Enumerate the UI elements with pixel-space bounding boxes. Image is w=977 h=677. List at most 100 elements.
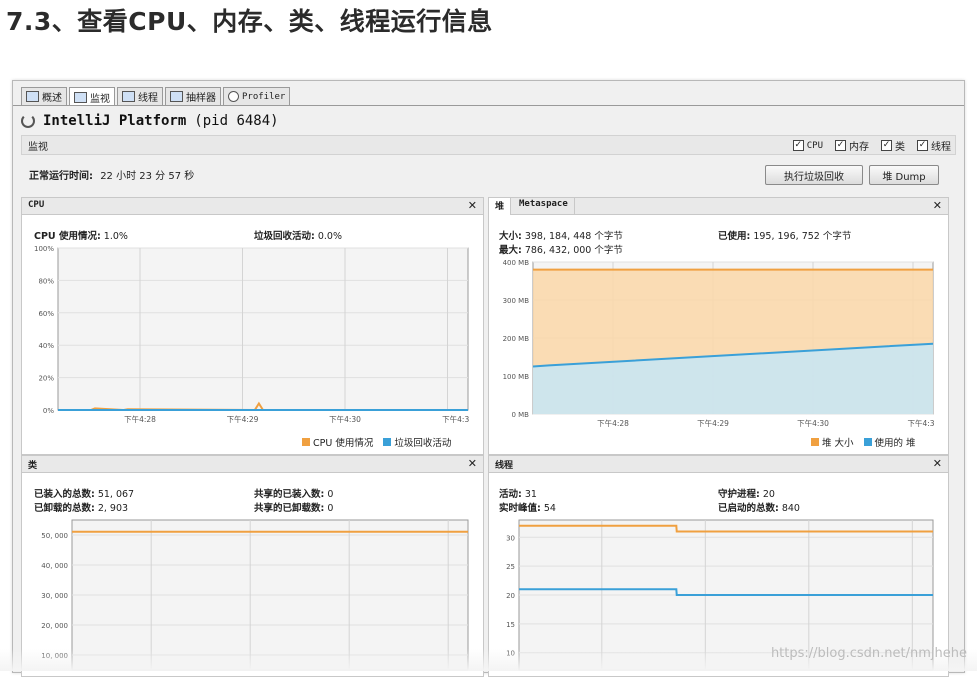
loaded-value: 51, 067 xyxy=(97,489,135,500)
threads-panel: 线程 ✕ 活动: 31 实时峰值: 54 守护进程: 20 已启动的总数: 84… xyxy=(488,455,949,677)
tab-profiler[interactable]: Profiler xyxy=(223,87,291,105)
started-value: 840 xyxy=(781,503,800,514)
legend-swatch xyxy=(383,438,392,446)
app-title: IntelliJ Platform (pid 6484) xyxy=(21,113,279,129)
tab-label: Profiler xyxy=(242,91,286,102)
daemon-label: 守护进程: xyxy=(718,489,760,500)
tab-sampler[interactable]: 抽样器 xyxy=(165,87,221,105)
legend-swatch xyxy=(302,438,310,446)
uptime-value: 22 小时 23 分 57 秒 xyxy=(100,171,195,182)
checkmark-icon: ✓ xyxy=(917,140,928,151)
monitor-label: 监视 xyxy=(28,142,48,153)
x-tick-label: 下午4:29 xyxy=(227,414,259,424)
monitor-icon xyxy=(74,91,87,103)
threads-panel-title: 线程 xyxy=(495,461,514,471)
loading-icon xyxy=(21,114,35,128)
heap-max-stat: 最大: 786, 432, 000 个字节 xyxy=(499,242,623,256)
gc-activity-label: 垃圾回收活动: xyxy=(254,231,315,242)
checkbox-cpu[interactable]: ✓ CPU xyxy=(792,138,823,153)
y-tick-label: 0% xyxy=(43,407,54,415)
peak-label: 实时峰值: xyxy=(499,503,541,514)
unloaded-classes-stat: 已卸载的总数: 2, 903 xyxy=(34,500,128,514)
checkbox-memory[interactable]: ✓ 内存 xyxy=(835,138,869,153)
heap-size-stat: 大小: 398, 184, 448 个字节 xyxy=(499,228,623,242)
heap-chart: 400 MB 300 MB 200 MB 100 MB 0 MB 下午4:28 下午4:29… xyxy=(503,259,935,428)
close-icon[interactable]: ✕ xyxy=(468,457,477,470)
heap-max-label: 最大: xyxy=(499,245,522,256)
live-label: 活动: xyxy=(499,489,522,500)
monitor-bar: 监视 ✓ CPU ✓ 内存 ✓ 类 ✓ 线程 xyxy=(21,135,956,155)
y-tick-label: 0 MB xyxy=(511,411,529,419)
heap-size-value: 398, 184, 448 个字节 xyxy=(524,231,623,242)
heap-used-stat: 已使用: 195, 196, 752 个字节 xyxy=(718,228,851,242)
overview-icon xyxy=(26,91,39,102)
y-tick-label: 30, 000 xyxy=(41,592,68,600)
x-tick-label: 下午4:28 xyxy=(124,414,156,424)
close-icon[interactable]: ✕ xyxy=(933,457,942,470)
y-tick-label: 15 xyxy=(506,621,515,629)
legend-label: CPU 使用情况 xyxy=(313,438,374,449)
cpu-usage-label: CPU 使用情况: xyxy=(34,231,101,242)
legend-swatch xyxy=(811,438,819,446)
unloaded-label: 已卸载的总数: xyxy=(34,503,95,514)
perform-gc-button[interactable]: 执行垃圾回收 xyxy=(765,165,863,185)
tab-label: 抽样器 xyxy=(186,93,216,104)
gc-activity-stat: 垃圾回收活动: 0.0% xyxy=(254,228,342,242)
legend-label: 使用的 堆 xyxy=(874,438,916,449)
clock-icon xyxy=(228,91,239,102)
uptime-row: 正常运行时间: 22 小时 23 分 57 秒 xyxy=(29,167,194,182)
heap-panel: 堆 Metaspace ✕ 大小: 398, 184, 448 个字节 最大: … xyxy=(488,197,949,455)
heap-panel-header: 堆 Metaspace ✕ xyxy=(489,198,948,215)
y-tick-label: 30 xyxy=(506,534,515,542)
x-tick-label: 下午4:30 xyxy=(329,414,361,424)
heap-dump-button[interactable]: 堆 Dump xyxy=(869,165,939,185)
x-tick-label: 下午4:29 xyxy=(697,418,729,428)
app-name: IntelliJ Platform xyxy=(43,113,187,129)
shared-loaded-value: 0 xyxy=(327,489,334,500)
daemon-threads-stat: 守护进程: 20 xyxy=(718,486,775,500)
heap-size-label: 大小: xyxy=(499,231,522,242)
y-tick-label: 60% xyxy=(38,310,54,318)
shared-loaded-stat: 共享的已装入数: 0 xyxy=(254,486,333,500)
legend-swatch xyxy=(863,438,872,446)
classes-panel-header: 类 ✕ xyxy=(22,456,483,473)
monitor-checkboxes: ✓ CPU ✓ 内存 ✓ 类 ✓ 线程 xyxy=(781,138,951,153)
cpu-panel: CPU ✕ CPU 使用情况: 1.0% 垃圾回收活动: 0.0% 100% 80… xyxy=(21,197,484,455)
checkbox-classes[interactable]: ✓ 类 xyxy=(881,138,905,153)
loaded-label: 已装入的总数: xyxy=(34,489,95,500)
y-tick-label: 100 MB xyxy=(503,373,530,381)
watermark: https://blog.csdn.net/nmjhehe xyxy=(770,646,967,661)
y-tick-label: 40% xyxy=(38,342,54,350)
heap-used-label: 已使用: xyxy=(718,231,751,242)
checkbox-threads[interactable]: ✓ 线程 xyxy=(917,138,951,153)
y-tick-label: 100% xyxy=(34,245,54,253)
classes-panel-title: 类 xyxy=(28,461,38,471)
y-tick-label: 200 MB xyxy=(503,335,530,343)
tab-heap[interactable]: 堆 xyxy=(489,198,512,215)
tab-threads[interactable]: 线程 xyxy=(117,87,163,105)
x-tick-label: 下午4:28 xyxy=(597,418,629,428)
tab-overview[interactable]: 概述 xyxy=(21,87,67,105)
cpu-usage-stat: CPU 使用情况: 1.0% xyxy=(34,228,128,242)
loaded-classes-stat: 已装入的总数: 51, 067 xyxy=(34,486,134,500)
legend-label: 堆 大小 xyxy=(822,438,854,449)
legend-label: 垃圾回收活动 xyxy=(394,438,452,449)
plot-area xyxy=(57,247,469,411)
cpu-panel-title: CPU xyxy=(28,200,45,210)
shared-unloaded-label: 共享的已卸载数: xyxy=(254,503,325,514)
close-icon[interactable]: ✕ xyxy=(933,199,942,212)
gc-activity-value: 0.0% xyxy=(317,231,342,242)
shared-unloaded-value: 0 xyxy=(327,503,334,514)
close-icon[interactable]: ✕ xyxy=(468,199,477,212)
heap-max-value: 786, 432, 000 个字节 xyxy=(524,245,623,256)
tab-label: 监视 xyxy=(90,93,110,105)
classes-panel: 类 ✕ 已装入的总数: 51, 067 已卸载的总数: 2, 903 共享的已装… xyxy=(21,455,484,677)
started-threads-stat: 已启动的总数: 840 xyxy=(718,500,800,514)
tab-monitor[interactable]: 监视 xyxy=(69,87,115,106)
tab-metaspace[interactable]: Metaspace xyxy=(513,198,575,215)
tab-label: 概述 xyxy=(42,93,62,104)
checkbox-label: 线程 xyxy=(931,142,951,153)
shared-unloaded-stat: 共享的已卸载数: 0 xyxy=(254,500,333,514)
checkmark-icon: ✓ xyxy=(792,140,804,151)
uptime-label: 正常运行时间: xyxy=(29,171,93,182)
